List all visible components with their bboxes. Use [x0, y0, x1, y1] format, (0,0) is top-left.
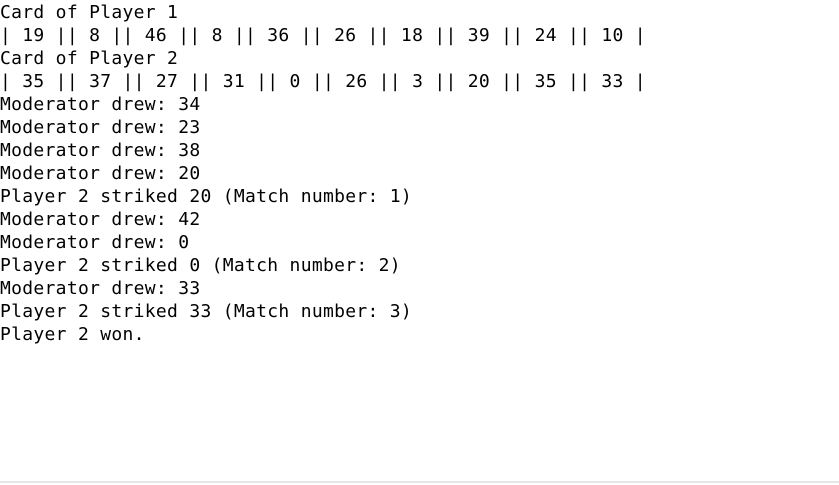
- console-line: Moderator drew: 38: [0, 140, 201, 161]
- console-line: | 35 || 37 || 27 || 31 || 0 || 26 || 3 |…: [0, 71, 646, 92]
- console-line: Moderator drew: 20: [0, 163, 201, 184]
- console-line: Moderator drew: 34: [0, 94, 201, 115]
- console-lines: Card of Player 1 | 19 || 8 || 46 || 8 ||…: [0, 0, 839, 346]
- console-line: Player 2 won.: [0, 324, 145, 345]
- console-line: Card of Player 2: [0, 48, 179, 69]
- console-line: Moderator drew: 23: [0, 117, 201, 138]
- console-line: | 19 || 8 || 46 || 8 || 36 || 26 || 18 |…: [0, 25, 646, 46]
- console-line: Player 2 striked 0 (Match number: 2): [0, 255, 401, 276]
- console-line: Player 2 striked 33 (Match number: 3): [0, 301, 413, 322]
- console-output: Card of Player 1 | 19 || 8 || 46 || 8 ||…: [0, 0, 839, 483]
- console-line: Moderator drew: 0: [0, 232, 190, 253]
- console-line: Card of Player 1: [0, 2, 179, 23]
- console-line: Moderator drew: 33: [0, 278, 201, 299]
- window-bottom-border: [0, 481, 839, 483]
- console-line: Player 2 striked 20 (Match number: 1): [0, 186, 413, 207]
- console-line: Moderator drew: 42: [0, 209, 201, 230]
